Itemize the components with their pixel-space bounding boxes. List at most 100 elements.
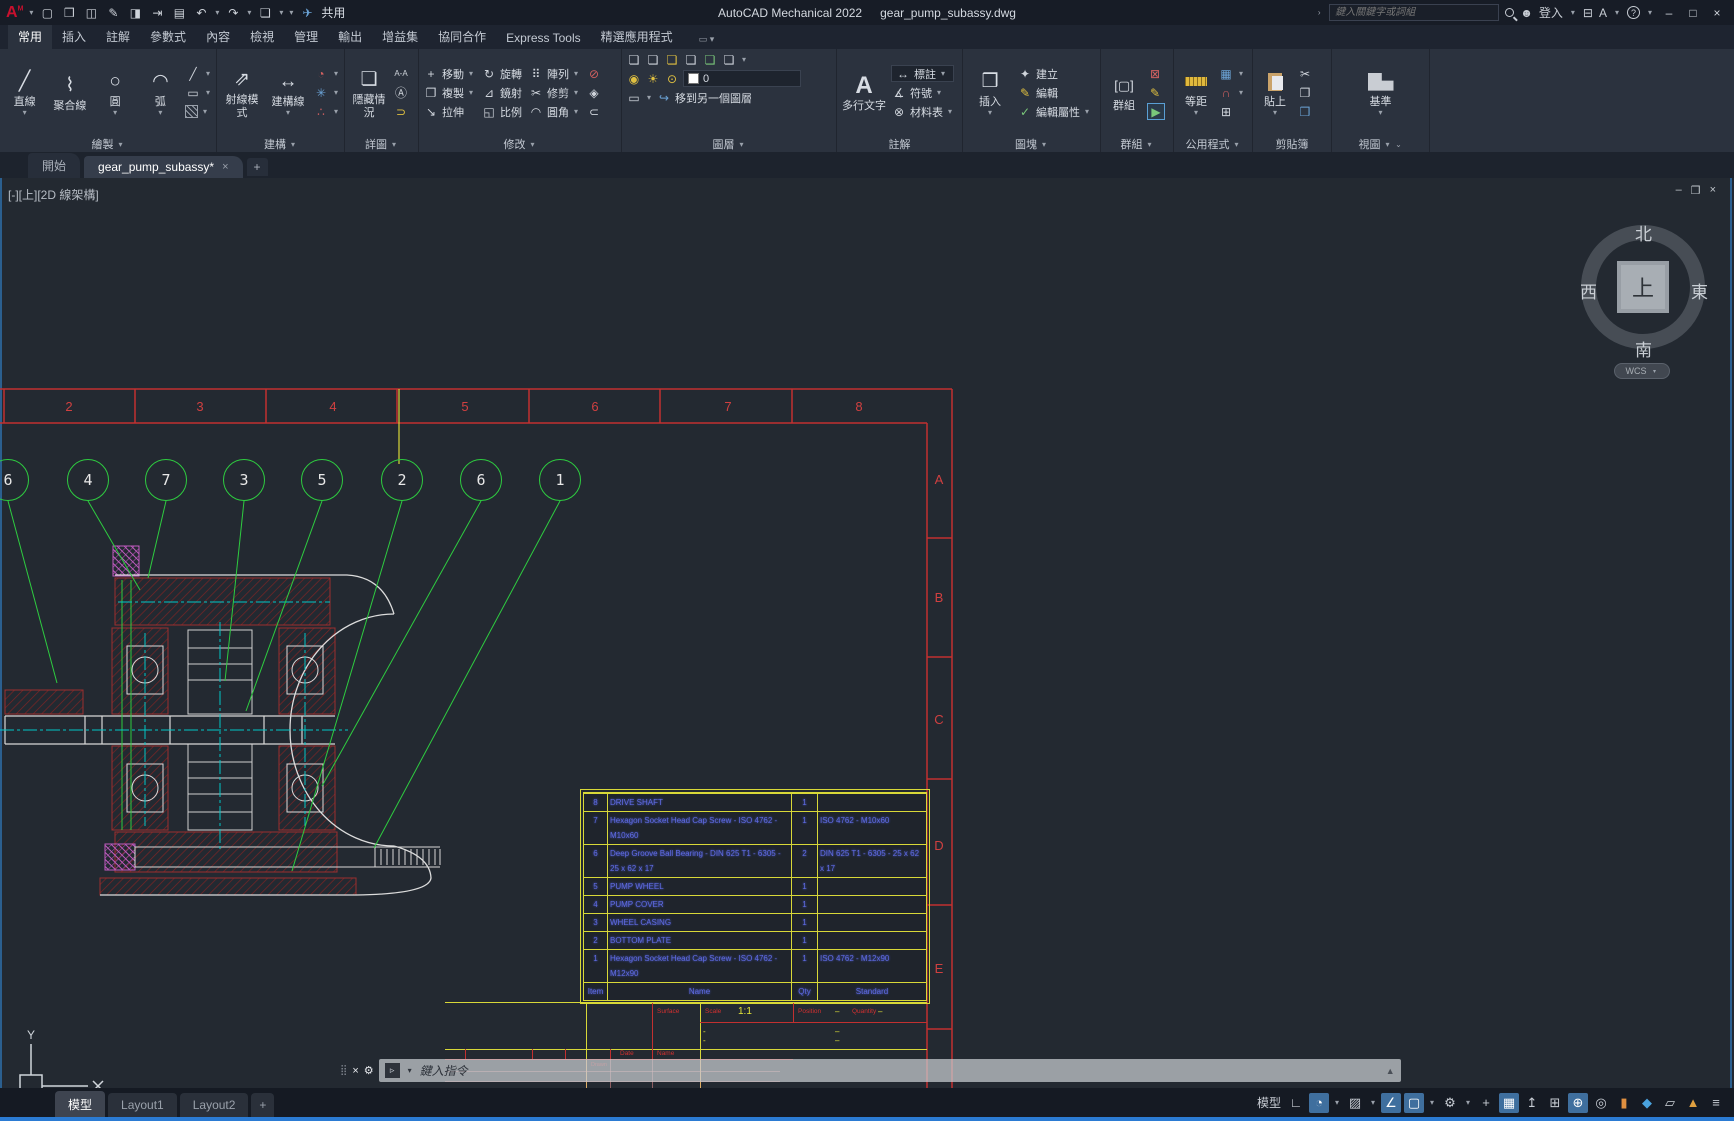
import-button[interactable]: ⇥ bbox=[147, 3, 167, 23]
panel-block-label[interactable]: 圖塊▾ bbox=[963, 136, 1100, 152]
table-row[interactable]: 4 PUMP COVER 1 bbox=[584, 895, 926, 913]
line-variant-button[interactable]: ╱▾ bbox=[185, 65, 212, 82]
tab-annotate[interactable]: 註解 bbox=[96, 24, 140, 49]
tab-addins[interactable]: 增益集 bbox=[372, 24, 428, 49]
table-row[interactable]: 2 BOTTOM PLATE 1 bbox=[584, 931, 926, 949]
panel-group-label[interactable]: 群組▾ bbox=[1101, 136, 1173, 152]
layer-properties-icon[interactable]: ❏ bbox=[626, 53, 642, 67]
file-tab-add-button[interactable]: + bbox=[247, 158, 268, 176]
app-menu-chevron-icon[interactable]: ▾ bbox=[27, 8, 35, 17]
measure-button[interactable]: 等距▾ bbox=[1178, 68, 1214, 118]
group-edit-button[interactable]: ✎ bbox=[1147, 84, 1165, 101]
paste-button[interactable]: 貼上▾ bbox=[1257, 68, 1293, 118]
signin-chevron-icon[interactable]: ▾ bbox=[1569, 8, 1577, 17]
detail-view-button[interactable]: Ⓐ bbox=[393, 84, 409, 101]
crosshair-icon[interactable]: + bbox=[1476, 1093, 1496, 1113]
hatch-button[interactable]: ▾ bbox=[185, 103, 212, 120]
move-button[interactable]: +移動▾ bbox=[423, 65, 475, 82]
autocad-logo-icon[interactable]: AM bbox=[6, 4, 23, 22]
search-icon[interactable] bbox=[1505, 8, 1514, 17]
customization-gear-icon[interactable]: ⚙ bbox=[1440, 1093, 1460, 1113]
panel-modify-label[interactable]: 修改▾ bbox=[419, 136, 621, 152]
table-row[interactable]: 3 WHEEL CASING 1 bbox=[584, 913, 926, 931]
mirror-button[interactable]: ⊿鏡射 bbox=[481, 84, 522, 101]
cart-icon[interactable]: ⊟ bbox=[1583, 6, 1593, 20]
tab-output[interactable]: 輸出 bbox=[328, 24, 372, 49]
isoplane-icon[interactable]: ▨ bbox=[1345, 1093, 1365, 1113]
sun-icon[interactable]: ☀ bbox=[645, 72, 661, 86]
panel-detail-label[interactable]: 詳圖▾ bbox=[345, 136, 418, 152]
command-window-icon[interactable]: ▹ bbox=[385, 1063, 400, 1078]
quick-select-button[interactable]: ▦▾ bbox=[1218, 65, 1245, 82]
search-input[interactable] bbox=[1329, 4, 1499, 21]
compass-south[interactable]: 南 bbox=[1635, 336, 1652, 361]
isolate-objects-icon[interactable]: ◎ bbox=[1591, 1093, 1611, 1113]
layer-isolate-icon[interactable]: ❏ bbox=[664, 53, 680, 67]
layer-tools-chevron-icon[interactable]: ▾ bbox=[740, 55, 748, 64]
table-row[interactable]: 8 DRIVE SHAFT 1 bbox=[584, 793, 926, 811]
save-button[interactable]: ◫ bbox=[81, 3, 101, 23]
section-view-button[interactable]: A-A bbox=[393, 65, 409, 82]
table-row[interactable]: 6 Deep Groove Ball Bearing - DIN 625 T1 … bbox=[584, 844, 926, 877]
group-select-toggle[interactable]: ▶ bbox=[1147, 103, 1165, 120]
tab-view[interactable]: 檢視 bbox=[240, 24, 284, 49]
undo-chevron-icon[interactable]: ▾ bbox=[213, 8, 221, 17]
object-snap-tracking-icon[interactable]: ▢ bbox=[1404, 1093, 1424, 1113]
create-block-button[interactable]: ✦建立 bbox=[1017, 65, 1091, 82]
snap-magnet-button[interactable]: ∩▾ bbox=[1218, 84, 1245, 101]
balloon-callout[interactable]: 1 bbox=[539, 459, 581, 501]
break-view-button[interactable]: ⊃ bbox=[393, 103, 409, 120]
edit-block-button[interactable]: ✎編輯 bbox=[1017, 84, 1091, 101]
compass-north[interactable]: 北 bbox=[1635, 220, 1652, 245]
panel-clipboard-label[interactable]: 剪貼簿 bbox=[1253, 136, 1331, 152]
redo-button[interactable]: ↷ bbox=[223, 3, 243, 23]
offset-button[interactable]: ⊂ bbox=[586, 103, 602, 120]
table-row[interactable]: 5 PUMP WHEEL 1 bbox=[584, 877, 926, 895]
close-button[interactable]: × bbox=[1708, 6, 1726, 20]
move-layer-row[interactable]: ▭ ▾ ↪ 移到另一個圖層 bbox=[626, 89, 832, 106]
osnap-chevron-icon[interactable]: ▾ bbox=[1427, 1093, 1437, 1113]
workspace-chevron-icon[interactable]: ▾ bbox=[277, 8, 285, 17]
command-wrench-icon[interactable]: ⚙ bbox=[364, 1064, 374, 1077]
quick-properties-icon[interactable]: ▦ bbox=[1499, 1093, 1519, 1113]
rotate-button[interactable]: ↻旋轉 bbox=[481, 65, 522, 82]
fillet-button[interactable]: ◠圓角▾ bbox=[528, 103, 580, 120]
polar-tracking-icon[interactable]: ∠ bbox=[1381, 1093, 1401, 1113]
help-icon[interactable]: ? bbox=[1627, 6, 1640, 19]
tab-model[interactable]: 模型 bbox=[55, 1091, 105, 1118]
cut-button[interactable]: ✂ bbox=[1297, 65, 1313, 82]
polyline-button[interactable]: ⌇聚合線 bbox=[49, 72, 90, 113]
command-grip-icon[interactable]: ⣿ bbox=[340, 1065, 347, 1076]
bom-table[interactable]: 8 DRIVE SHAFT 1 7 Hexagon Socket Head Ca… bbox=[583, 792, 927, 1001]
print-button[interactable]: ▤ bbox=[169, 3, 189, 23]
tab-layout1[interactable]: Layout1 bbox=[108, 1093, 177, 1117]
tab-content[interactable]: 內容 bbox=[196, 24, 240, 49]
balloon-callout[interactable]: 3 bbox=[223, 459, 265, 501]
line-button[interactable]: ╱直線▾ bbox=[4, 68, 45, 118]
ribbon-display-toggle[interactable]: ▭ ▾ bbox=[693, 30, 721, 49]
table-row[interactable]: 7 Hexagon Socket Head Cap Screw - ISO 47… bbox=[584, 811, 926, 844]
panel-utilities-label[interactable]: 公用程式▾ bbox=[1174, 136, 1252, 152]
viewcube-top-face[interactable]: 上 bbox=[1617, 261, 1669, 313]
snap-chevron-icon[interactable]: ▾ bbox=[1332, 1093, 1342, 1113]
open-file-button[interactable]: ❒ bbox=[59, 3, 79, 23]
tab-featured-apps[interactable]: 精選應用程式 bbox=[591, 24, 683, 49]
tab-layout2[interactable]: Layout2 bbox=[180, 1093, 249, 1117]
graphics-performance-icon[interactable]: ◆ bbox=[1637, 1093, 1657, 1113]
panel-layers-label[interactable]: 圖層▾ bbox=[622, 136, 836, 152]
erase-button[interactable]: ⊘ bbox=[586, 65, 602, 82]
layer-freeze-icon[interactable]: ❏ bbox=[683, 53, 699, 67]
grid-toggle-icon[interactable]: ∟ bbox=[1286, 1093, 1306, 1113]
model-space-toggle[interactable]: 模型 bbox=[1255, 1093, 1283, 1113]
tab-express-tools[interactable]: Express Tools bbox=[496, 27, 590, 49]
insert-block-button[interactable]: ❒插入▾ bbox=[967, 68, 1013, 118]
open-from-mobile-button[interactable]: ◨ bbox=[125, 3, 145, 23]
dimension-button[interactable]: ↔標註▾ bbox=[891, 65, 954, 82]
save-as-button[interactable]: ✎ bbox=[103, 3, 123, 23]
autodesk-icon[interactable]: A bbox=[1599, 6, 1607, 20]
panel-construction-label[interactable]: 建構▾ bbox=[217, 136, 344, 152]
symbol-button[interactable]: ∡符號▾ bbox=[891, 84, 954, 101]
new-file-button[interactable]: ▢ bbox=[37, 3, 57, 23]
command-chevron-icon[interactable]: ▾ bbox=[406, 1066, 414, 1075]
layer-off-icon[interactable]: ❏ bbox=[645, 53, 661, 67]
